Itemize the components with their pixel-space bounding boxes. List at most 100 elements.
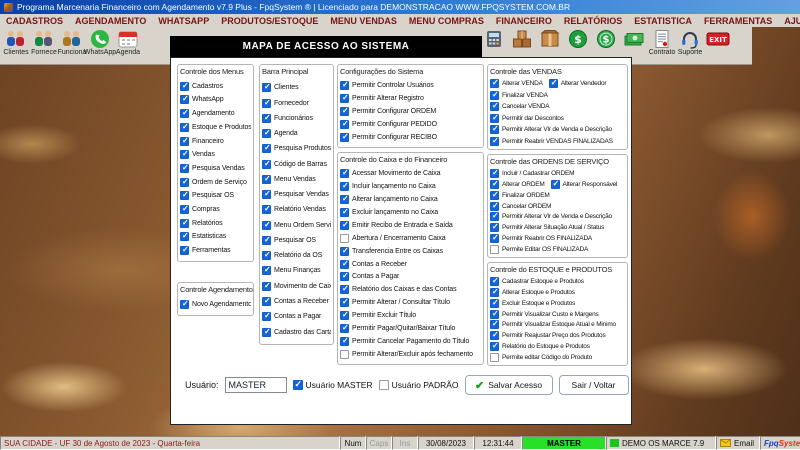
checkbox-relatorio-dos-caixas-e-das-contas[interactable]: Relatório dos Caixas e das Contas <box>340 285 456 294</box>
checkbox-menu-ordem-servico[interactable]: Menu Ordem Serviço <box>262 221 331 230</box>
checkbox-permite-editar-codigo-do-produto[interactable]: Permite editar Código do Produto <box>490 353 592 362</box>
toolbar-whatsapp[interactable]: WhatsApp <box>86 28 114 56</box>
checkbox-permitir-pagar-quitar-baixar-titulo[interactable]: Permitir Pagar/Quitar/Baixar Título <box>340 324 455 333</box>
checkbox-agenda[interactable]: Agenda <box>262 129 298 138</box>
menu-item-cadastros[interactable]: CADASTROS <box>0 14 69 27</box>
checkbox-novo-agendamento[interactable]: Novo Agendamento <box>180 300 251 309</box>
checkbox-clientes[interactable]: Clientes <box>262 83 299 92</box>
checkbox-fornecedor[interactable]: Fornecedor <box>262 99 309 108</box>
checkbox-excluir-estoque-e-produtos[interactable]: Excluir Estoque e Produtos <box>490 299 575 308</box>
toolbar-sair[interactable]: EXIT <box>704 28 732 49</box>
toolbar-financeiro[interactable]: $ <box>592 28 620 49</box>
checkbox-codigo-de-barras[interactable]: Código de Barras <box>262 160 327 169</box>
checkbox-usuario-master[interactable]: Usuário MASTER <box>293 380 373 390</box>
checkbox-menu-vendas[interactable]: Menu Vendas <box>262 175 316 184</box>
menu-item-estatistica[interactable]: ESTATISTICA <box>628 14 698 27</box>
checkbox-pesquisar-os[interactable]: Pesquisar OS <box>262 236 316 245</box>
checkbox-permitir-cancelar-pagamento-do-titulo[interactable]: Permitir Cancelar Pagamento do Título <box>340 337 469 346</box>
checkbox-excluir-lancamento-no-caixa[interactable]: Excluir lançamento no Caixa <box>340 208 438 217</box>
toolbar-fornecedores[interactable]: Fornece <box>30 28 58 56</box>
menu-item-ferramentas[interactable]: FERRAMENTAS <box>698 14 778 27</box>
toolbar-clientes[interactable]: Clientes <box>2 28 30 56</box>
toolbar-agenda[interactable]: Agenda <box>114 28 142 56</box>
checkbox-financeiro[interactable]: Financeiro <box>180 137 224 146</box>
checkbox-cancelar-venda[interactable]: Cancelar VENDA <box>490 102 549 111</box>
menu-item-produtos-estoque[interactable]: PRODUTOS/ESTOQUE <box>215 14 324 27</box>
checkbox-permitir-alterar-vlr-de-venda-e-descricao[interactable]: Permitir Alterar Vlr de Venda e Descriçã… <box>490 212 612 221</box>
checkbox-permitir-alterar-situacao-atual-status[interactable]: Permitir Alterar Situação Atual / Status <box>490 223 604 232</box>
checkbox-permitir-alterar-consultar-titulo[interactable]: Permitir Alterar / Consultar Título <box>340 298 450 307</box>
checkbox-estatisticas[interactable]: Estatisticas <box>180 232 226 241</box>
checkbox-permitir-configurar-pedido[interactable]: Permitir Configurar PEDIDO <box>340 120 437 129</box>
checkbox-permitir-alterar-registro[interactable]: Permitir Alterar Registro <box>340 94 424 103</box>
checkbox-cadastrar-estoque-e-produtos[interactable]: Cadastrar Estoque e Produtos <box>490 277 584 286</box>
checkbox-permitir-configurar-recibo[interactable]: Permitir Configurar RECIBO <box>340 133 437 142</box>
checkbox-incluir-cadastrar-ordem[interactable]: Incluir / Cadastrar ORDEM <box>490 169 574 178</box>
toolbar-caixa-registradora[interactable] <box>480 28 508 49</box>
checkbox-acessar-movimento-de-caixa[interactable]: Acessar Movimento de Caixa <box>340 169 440 178</box>
checkbox-compras[interactable]: Compras <box>180 205 220 214</box>
checkbox-cadastros[interactable]: Cadastros <box>180 82 223 91</box>
menu-item-agendamento[interactable]: AGENDAMENTO <box>69 14 152 27</box>
checkbox-alterar-ordem[interactable]: Alterar ORDEM <box>490 180 545 189</box>
checkbox-transferencia-entre-os-caixas[interactable]: Transferencia Entre os Caixas <box>340 247 443 256</box>
checkbox-pesquisar-vendas[interactable]: Pesquisar Vendas <box>262 190 329 199</box>
checkbox-funcionarios[interactable]: Funcionários <box>262 114 313 123</box>
checkbox-permitir-configurar-ordem[interactable]: Permitir Configurar ORDEM <box>340 107 436 116</box>
toolbar-estoque[interactable] <box>508 28 536 49</box>
checkbox-permitir-reajustar-preco-dos-produtos[interactable]: Permitir Reajustar Preço dos Produtos <box>490 331 606 340</box>
status-email[interactable]: Email <box>716 436 760 450</box>
checkbox-ferramentas[interactable]: Ferramentas <box>180 246 231 255</box>
checkbox-finalizar-ordem[interactable]: Finalizar ORDEM <box>490 191 550 200</box>
checkbox-permite-editar-os-finalizada[interactable]: Permite Editar OS FINALIZADA <box>490 245 588 254</box>
checkbox-alterar-responsavel[interactable]: Alterar Responsável <box>551 180 618 189</box>
checkbox-usuario-padrao[interactable]: Usuário PADRÃO <box>379 380 459 390</box>
checkbox-permitir-alterar-excluir-apos-fechamento[interactable]: Permitir Alterar/Excluir após fechamento <box>340 350 473 359</box>
checkbox-permitir-reabrir-os-finalizada[interactable]: Permitir Reabrir OS FINALIZADA <box>490 234 592 243</box>
toolbar-produtos[interactable] <box>536 28 564 49</box>
checkbox-pesquisar-os[interactable]: Pesquisar OS <box>180 191 234 200</box>
toolbar-funcionarios[interactable]: Funciona <box>58 28 86 56</box>
toolbar-contrato[interactable]: Contrato <box>648 28 676 56</box>
menu-item-menu-vendas[interactable]: MENU VENDAS <box>324 14 403 27</box>
toolbar-vendas[interactable]: $ <box>564 28 592 49</box>
checkbox-abertura-encerramento-caixa[interactable]: Abertura / Encerramento Caixa <box>340 234 446 243</box>
checkbox-relatorios[interactable]: Relatórios <box>180 219 223 228</box>
menu-item-financeiro[interactable]: FINANCEIRO <box>490 14 558 27</box>
checkbox-permitir-dar-descontos[interactable]: Permitir dar Descontos <box>490 114 564 123</box>
checkbox-permitir-controlar-usuarios[interactable]: Permitir Controlar Usuários <box>340 81 434 90</box>
exit-button[interactable]: Sair / Voltar <box>559 375 629 395</box>
toolbar-suporte[interactable]: Suporte <box>676 28 704 56</box>
checkbox-movimento-de-caixa[interactable]: Movimento de Caixa <box>262 282 331 291</box>
menu-item-menu-compras[interactable]: MENU COMPRAS <box>403 14 490 27</box>
checkbox-relatorio-da-os[interactable]: Relatório da OS <box>262 251 322 260</box>
checkbox-finalizar-venda[interactable]: Finalizar VENDA <box>490 91 548 100</box>
checkbox-alterar-vendedor[interactable]: Alterar Vendedor <box>549 79 607 88</box>
checkbox-permitir-reabrir-vendas-finalizadas[interactable]: Permitir Reabrir VENDAS FINALIZADAS <box>490 137 613 146</box>
checkbox-cadastro-das-cartas[interactable]: Cadastro das Cartas <box>262 328 331 337</box>
checkbox-contas-a-pagar[interactable]: Contas a Pagar <box>340 272 399 281</box>
checkbox-menu-financas[interactable]: Menu Finanças <box>262 266 321 275</box>
checkbox-alterar-venda[interactable]: Alterar VENDA <box>490 79 543 88</box>
save-access-button[interactable]: ✔ Salvar Acesso <box>465 375 553 395</box>
checkbox-contas-a-pagar[interactable]: Contas a Pagar <box>262 312 321 321</box>
checkbox-vendas[interactable]: Vendas <box>180 150 215 159</box>
checkbox-permitir-visualizar-estoque-atual-e-minimo[interactable]: Permitir Visualizar Estoque Atual e Mini… <box>490 320 616 329</box>
checkbox-cancelar-ordem[interactable]: Cancelar ORDEM <box>490 202 551 211</box>
checkbox-estoque-e-produtos[interactable]: Estoque e Produtos <box>180 123 251 132</box>
checkbox-contas-a-receber[interactable]: Contas a Receber <box>340 260 407 269</box>
checkbox-alterar-estoque-e-produtos[interactable]: Alterar Estoque e Produtos <box>490 288 575 297</box>
checkbox-relatorio-do-estoque-e-produtos[interactable]: Relatório do Estoque e Produtos <box>490 342 590 351</box>
checkbox-ordem-de-servico[interactable]: Ordem de Serviço <box>180 178 247 187</box>
checkbox-incluir-lancamento-no-caixa[interactable]: Incluir lançamento no Caixa <box>340 182 436 191</box>
checkbox-whatsapp[interactable]: WhatsApp <box>180 95 224 104</box>
checkbox-contas-a-receber[interactable]: Contas a Receber <box>262 297 329 306</box>
checkbox-permitir-excluir-titulo[interactable]: Permitir Excluir Título <box>340 311 416 320</box>
checkbox-permitir-visualizar-custo-e-margens[interactable]: Permitir Visualizar Custo e Margens <box>490 310 599 319</box>
menu-item-ajuda[interactable]: AJUDA <box>778 14 800 27</box>
checkbox-pesquisa-produtos[interactable]: Pesquisa Produtos <box>262 144 331 153</box>
checkbox-pesquisa-vendas[interactable]: Pesquisa Vendas <box>180 164 245 173</box>
toolbar-caixa[interactable] <box>620 28 648 49</box>
menu-item-relatorios[interactable]: RELATÓRIOS <box>558 14 628 27</box>
checkbox-agendamento[interactable]: Agendamento <box>180 109 235 118</box>
